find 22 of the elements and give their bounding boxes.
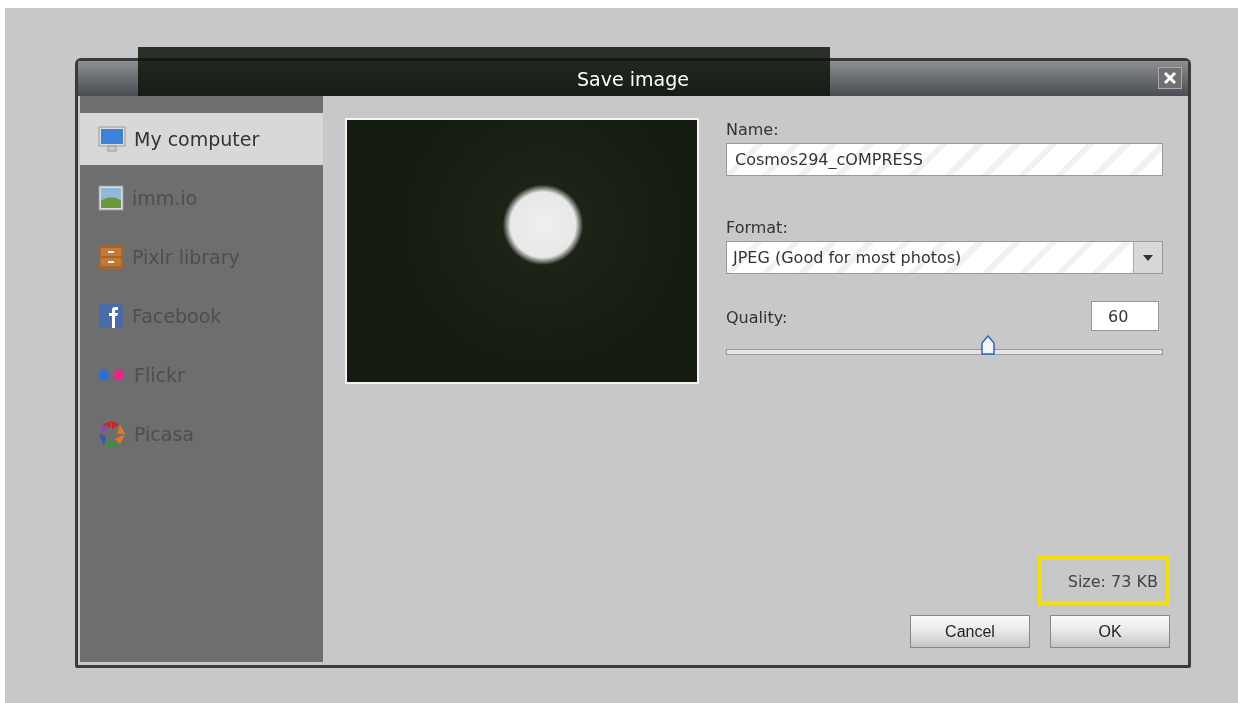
- facebook-icon: [98, 303, 124, 329]
- window-title: Save image: [577, 67, 689, 90]
- field-label: Name:: [726, 120, 780, 139]
- dropdown-arrow-icon: [1143, 254, 1153, 261]
- quality-value-field[interactable]: 60: [1091, 301, 1159, 331]
- name-field[interactable]: Cosmos294_cOMPRESS: [726, 143, 1163, 176]
- quality-slider[interactable]: [726, 334, 1163, 356]
- pinwheel-icon: [98, 420, 126, 448]
- drawer-cabinet-icon: [98, 244, 124, 270]
- cancel-button[interactable]: Cancel: [910, 615, 1030, 648]
- format-dropdown[interactable]: JPEG (Good for most photos): [726, 241, 1163, 274]
- slider-thumb[interactable]: [981, 335, 996, 355]
- monitor-icon: [98, 126, 126, 152]
- landscape-picture-icon: [98, 185, 124, 211]
- two-dots-icon: [98, 369, 126, 381]
- field-label: Quality:: [726, 308, 788, 327]
- close-button[interactable]: [1158, 67, 1182, 89]
- field-label: Format:: [726, 218, 789, 237]
- sidebar-item[interactable]: My computer: [80, 113, 323, 165]
- file-size-text: Size: 73 KB: [1037, 556, 1170, 605]
- ok-button[interactable]: OK: [1050, 615, 1170, 648]
- close-icon: [1163, 71, 1177, 85]
